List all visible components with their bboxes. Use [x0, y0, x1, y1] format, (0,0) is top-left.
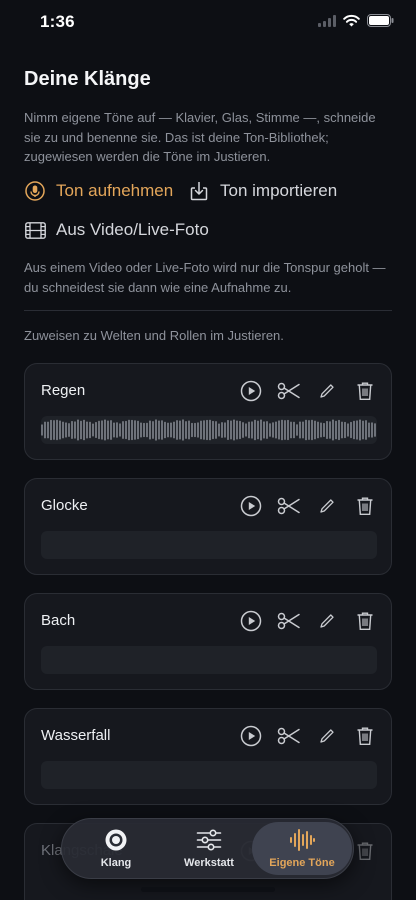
sound-tools	[239, 609, 377, 633]
waveform-icon	[289, 828, 315, 852]
status-time: 1:36	[40, 12, 75, 31]
trash-icon[interactable]	[353, 609, 377, 633]
play-icon[interactable]	[239, 379, 263, 403]
tab-eigene-toene[interactable]: Eigene Töne	[252, 822, 352, 875]
sound-name: Glocke	[41, 497, 88, 514]
video-note-text: Aus einem Video oder Live-Foto wird nur …	[24, 260, 386, 295]
target-circle-icon	[104, 828, 128, 852]
import-sound-button[interactable]: Ton importieren	[188, 180, 337, 202]
sound-card: Glocke	[24, 478, 392, 575]
sliders-icon	[196, 828, 222, 852]
sound-tools	[239, 379, 377, 403]
record-sound-label: Ton aufnehmen	[56, 181, 174, 200]
sound-name: Wasserfall	[41, 727, 111, 744]
pencil-icon[interactable]	[315, 609, 339, 633]
record-sound-button[interactable]: Ton aufnehmen	[24, 180, 173, 202]
wifi-icon	[343, 14, 360, 32]
battery-icon	[367, 14, 394, 32]
play-icon[interactable]	[239, 609, 263, 633]
sound-card: Bach	[24, 593, 392, 690]
sound-name: Bach	[41, 612, 76, 629]
section-divider	[24, 310, 392, 311]
scissors-icon[interactable]	[277, 609, 301, 633]
waveform-empty	[41, 761, 377, 789]
sound-card: Wasserfall	[24, 708, 392, 805]
film-strip-icon	[24, 219, 46, 241]
scissors-icon[interactable]	[277, 724, 301, 748]
pencil-icon[interactable]	[315, 724, 339, 748]
cellular-signal-icon	[318, 14, 336, 32]
scissors-icon[interactable]	[277, 494, 301, 518]
assign-note-text: Zuweisen zu Welten und Rollen im Justier…	[24, 328, 284, 343]
download-tray-icon	[188, 180, 210, 202]
waveform-empty	[41, 646, 377, 674]
status-bar: 1:36	[0, 0, 416, 44]
from-video-button[interactable]: Aus Video/Live-Foto	[24, 219, 209, 241]
scissors-icon[interactable]	[277, 379, 301, 403]
waveform	[41, 416, 377, 444]
tab-eigene-toene-label: Eigene Töne	[269, 857, 335, 869]
tab-bar: Klang Werkstatt Eigene Töne	[61, 818, 354, 879]
pencil-icon[interactable]	[315, 379, 339, 403]
sound-card: Regen	[24, 363, 392, 460]
trash-icon[interactable]	[353, 724, 377, 748]
pencil-icon[interactable]	[315, 494, 339, 518]
sound-tools	[239, 724, 377, 748]
status-icons	[318, 14, 394, 32]
sound-tools	[239, 494, 377, 518]
play-icon[interactable]	[239, 724, 263, 748]
trash-icon[interactable]	[353, 379, 377, 403]
sound-name: Regen	[41, 382, 86, 399]
tab-klang[interactable]: Klang	[70, 822, 162, 875]
play-icon[interactable]	[239, 494, 263, 518]
trash-icon[interactable]	[353, 494, 377, 518]
home-indicator	[141, 887, 275, 892]
page-title: Deine Klänge	[24, 68, 151, 90]
intro-text: Nimm eigene Töne auf — Klavier, Glas, St…	[24, 110, 376, 164]
tab-werkstatt-label: Werkstatt	[184, 857, 234, 869]
trash-icon[interactable]	[353, 839, 377, 863]
from-video-label: Aus Video/Live-Foto	[56, 220, 209, 239]
tab-werkstatt[interactable]: Werkstatt	[162, 822, 256, 875]
tab-klang-label: Klang	[100, 857, 132, 869]
import-sound-label: Ton importieren	[220, 181, 338, 200]
microphone-icon	[24, 180, 46, 202]
waveform-empty	[41, 531, 377, 559]
